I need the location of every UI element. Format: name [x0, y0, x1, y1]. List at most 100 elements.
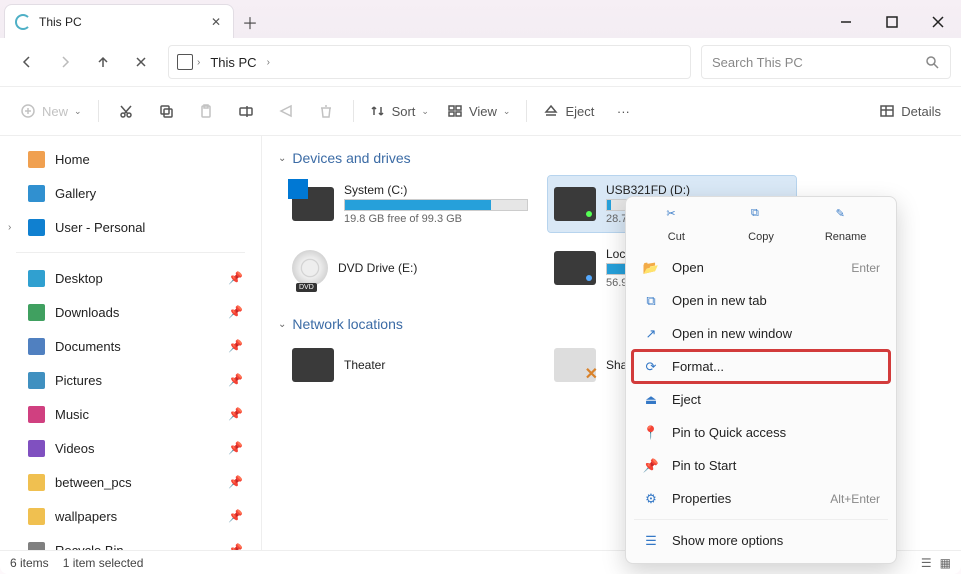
sidebar-item-label: wallpapers: [55, 509, 117, 524]
forward-button[interactable]: [48, 45, 82, 79]
ctx-item-properties[interactable]: ⚙PropertiesAlt+Enter: [632, 482, 890, 515]
ctx-item-format-[interactable]: ⟳ Format...: [632, 350, 890, 383]
close-button[interactable]: [915, 6, 961, 38]
cut-icon: ✂: [666, 207, 686, 227]
pin-icon: 📌: [228, 271, 243, 285]
drive-free-text: 19.8 GB free of 99.3 GB: [344, 213, 528, 225]
ctx-item-pin-to-quick-access[interactable]: 📍Pin to Quick access: [632, 416, 890, 449]
view-button[interactable]: View⌄: [439, 94, 519, 128]
sort-button[interactable]: Sort⌄: [362, 94, 437, 128]
pin-icon: 📌: [228, 373, 243, 387]
gallery-icon: [28, 185, 45, 202]
pin-icon: 📌: [228, 407, 243, 421]
sidebar-item-videos[interactable]: Videos📌: [0, 431, 261, 465]
drive-name: System (C:): [344, 183, 528, 197]
breadcrumb-bar[interactable]: › This PC ›: [168, 45, 691, 79]
videos-icon: [28, 440, 45, 457]
sidebar-item-label: Gallery: [55, 186, 96, 201]
sidebar-item-wallpapers[interactable]: wallpapers 📌: [0, 499, 261, 533]
ctx-item-label: Format...: [672, 359, 724, 374]
folder-icon: [28, 508, 45, 525]
minimize-button[interactable]: [823, 6, 869, 38]
sidebar-item-music[interactable]: Music 📌: [0, 397, 261, 431]
eject-button[interactable]: Eject: [535, 94, 602, 128]
music-icon: [28, 406, 45, 423]
devices-section-header[interactable]: ⌄Devices and drives: [276, 144, 947, 172]
ctx-item-pin-to-start[interactable]: 📌Pin to Start: [632, 449, 890, 482]
ctx-rename-button[interactable]: ✎Rename: [816, 207, 876, 243]
search-input[interactable]: Search This PC: [701, 45, 951, 79]
search-placeholder: Search This PC: [712, 55, 924, 70]
pin-icon: 📌: [228, 441, 243, 455]
ctx-item-open-in-new-window[interactable]: ↗Open in new window: [632, 317, 890, 350]
maximize-button[interactable]: [869, 6, 915, 38]
network-item[interactable]: Theater: [286, 342, 534, 388]
chevron-right-icon: ›: [267, 57, 270, 68]
rename-button[interactable]: [227, 94, 265, 128]
sidebar-item-user - personal[interactable]: ›User - Personal: [0, 210, 261, 244]
sidebar-item-label: Home: [55, 152, 90, 167]
sidebar-item-between_pcs[interactable]: between_pcs📌: [0, 465, 261, 499]
more-button[interactable]: ···: [604, 94, 642, 128]
sidebar-item-home[interactable]: Home: [0, 142, 261, 176]
paste-button[interactable]: [187, 94, 225, 128]
format-icon: ⟳: [642, 359, 660, 375]
network-icon: [554, 348, 596, 382]
up-button[interactable]: [86, 45, 120, 79]
pin-icon: 📌: [228, 475, 243, 489]
pictures-icon: [28, 372, 45, 389]
refresh-button[interactable]: [124, 45, 158, 79]
sidebar-item-label: Desktop: [55, 271, 103, 286]
sidebar-item-label: Downloads: [55, 305, 119, 320]
copy-button[interactable]: [147, 94, 185, 128]
chevron-down-icon: ⌄: [278, 319, 286, 330]
drive-item[interactable]: DVD Drive (E:): [286, 240, 534, 296]
ctx-item-label: Open in new window: [672, 326, 792, 341]
titlebar: This PC ✕ ＋: [0, 0, 961, 38]
back-button[interactable]: [10, 45, 44, 79]
delete-button[interactable]: [307, 94, 345, 128]
new-tab-button[interactable]: ＋: [234, 6, 266, 38]
sidebar-item-gallery[interactable]: Gallery: [0, 176, 261, 210]
ctx-cut-button[interactable]: ✂Cut: [646, 207, 706, 243]
new-button[interactable]: New⌄: [12, 94, 90, 128]
ctx-copy-button[interactable]: ⧉Copy: [731, 207, 791, 243]
open-icon: 📂: [642, 260, 660, 276]
close-tab-icon[interactable]: ✕: [209, 13, 223, 31]
cut-button[interactable]: [107, 94, 145, 128]
chevron-right-icon: ›: [8, 222, 11, 233]
ctx-item-eject[interactable]: ⏏Eject: [632, 383, 890, 416]
drive-name: DVD Drive (E:): [338, 261, 528, 275]
ctx-item-show-more-options[interactable]: ☰ Show more options: [632, 524, 890, 557]
details-view-icon[interactable]: ☰: [921, 556, 932, 570]
pin-icon: 📌: [228, 509, 243, 523]
details-button[interactable]: Details: [871, 94, 949, 128]
sidebar-item-desktop[interactable]: Desktop 📌: [0, 261, 261, 295]
onedrive-icon: [28, 219, 45, 236]
sidebar-item-documents[interactable]: Documents📌: [0, 329, 261, 363]
sidebar-item-label: Documents: [55, 339, 121, 354]
chevron-down-icon: ⌄: [278, 153, 286, 164]
pin-icon: 📍: [642, 425, 660, 441]
tab-title: This PC: [39, 15, 201, 29]
sidebar-item-label: Music: [55, 407, 89, 422]
ctx-item-label: Open: [672, 260, 704, 275]
tab-this-pc[interactable]: This PC ✕: [4, 4, 234, 38]
sidebar-item-pictures[interactable]: Pictures📌: [0, 363, 261, 397]
ctx-item-open-in-new-tab[interactable]: ⧉Open in new tab: [632, 284, 890, 317]
sidebar-item-recycle bin[interactable]: Recycle Bin📌: [0, 533, 261, 550]
downloads-icon: [28, 304, 45, 321]
newtab-icon: ⧉: [642, 293, 660, 309]
ctx-item-open[interactable]: 📂OpenEnter: [632, 251, 890, 284]
drive-item[interactable]: System (C:) 19.8 GB free of 99.3 GB: [286, 176, 534, 232]
ctx-item-label: Properties: [672, 491, 731, 506]
more-icon: ☰: [642, 533, 660, 549]
sidebar-item-downloads[interactable]: Downloads📌: [0, 295, 261, 329]
address-bar: › This PC › Search This PC: [0, 38, 961, 86]
toolbar: New⌄ Sort⌄ View⌄ Eject ··· Details: [0, 86, 961, 136]
share-button[interactable]: [267, 94, 305, 128]
desktop-icon: [28, 270, 45, 287]
thumbnails-view-icon[interactable]: ▦: [940, 556, 951, 570]
ctx-item-label: Show more options: [672, 533, 783, 548]
breadcrumb-root[interactable]: This PC: [204, 55, 262, 70]
